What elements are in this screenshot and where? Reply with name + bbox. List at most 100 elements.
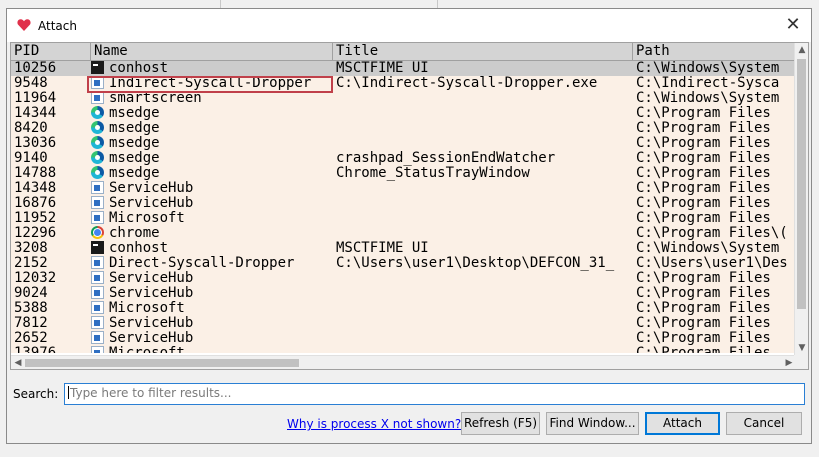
horizontal-scroll-thumb[interactable]	[25, 359, 299, 367]
app-icon	[91, 301, 104, 314]
name-cell: msedge	[91, 121, 331, 136]
pid-cell: 11964	[14, 91, 57, 106]
process-name: ServiceHub	[109, 181, 194, 196]
app-icon	[91, 211, 104, 224]
table-row[interactable]: 2652 ServiceHub C:\Program Files	[11, 331, 796, 346]
path-cell: C:\Program Files	[636, 196, 771, 211]
title-bar: Attach ✕	[7, 9, 811, 42]
title-cell	[336, 316, 631, 331]
column-header-path[interactable]: Path	[633, 43, 796, 60]
path-cell: C:\Windows\System	[636, 241, 780, 256]
scroll-left-icon[interactable]: ◀	[11, 356, 25, 369]
process-name: msedge	[109, 151, 160, 166]
refresh-button[interactable]: Refresh (F5)	[461, 412, 540, 435]
app-icon	[91, 181, 104, 194]
process-name: msedge	[109, 166, 160, 181]
pid-cell: 10256	[14, 61, 57, 76]
table-row[interactable]: 3208 conhost MSCTFIME UI C:\Windows\System	[11, 241, 796, 256]
name-cell: ServiceHub	[91, 196, 331, 211]
vertical-scroll-thumb[interactable]	[797, 59, 806, 309]
table-row[interactable]: 16876 ServiceHub C:\Program Files	[11, 196, 796, 211]
scroll-up-icon[interactable]: ▲	[795, 43, 808, 57]
table-row[interactable]: 9140 msedge crashpad_SessionEndWatcher C:\P…	[11, 151, 796, 166]
process-name: ServiceHub	[109, 331, 194, 346]
table-row[interactable]: 10256 conhost MSCTFIME UI C:\Windows\System	[11, 61, 796, 76]
attach-button[interactable]: Attach	[645, 412, 720, 435]
pid-cell: 14348	[14, 181, 57, 196]
find-window-button[interactable]: Find Window...	[546, 412, 639, 435]
table-row[interactable]: 12032 ServiceHub C:\Program Files	[11, 271, 796, 286]
table-row[interactable]: 13976 Microsoft C:\Program Files	[11, 346, 796, 353]
title-cell	[336, 226, 631, 241]
name-cell: conhost	[91, 61, 331, 76]
pid-cell: 3208	[14, 241, 48, 256]
path-cell: C:\Program Files	[636, 181, 771, 196]
pid-cell: 7812	[14, 316, 48, 331]
console-icon	[91, 241, 104, 254]
column-header-name[interactable]: Name	[91, 43, 333, 60]
table-row[interactable]: 14788 msedge Chrome_StatusTrayWindow C:\Pro…	[11, 166, 796, 181]
edge-icon	[91, 166, 104, 179]
search-input[interactable]: Type here to filter results...	[64, 383, 805, 405]
title-cell	[336, 271, 631, 286]
title-cell	[336, 196, 631, 211]
table-row[interactable]: 11952 Microsoft C:\Program Files	[11, 211, 796, 226]
path-cell: C:\Indirect-Sysca	[636, 76, 780, 91]
table-row[interactable]: 11964 smartscreen C:\Windows\System	[11, 91, 796, 106]
why-process-not-shown-link[interactable]: Why is process X not shown?	[287, 417, 461, 431]
edge-icon	[91, 121, 104, 134]
process-name: Indirect-Syscall-Dropper	[109, 76, 312, 91]
process-list[interactable]: PID Name Title Path 10256 conhost MSCTFIME…	[10, 42, 809, 370]
process-name: Microsoft	[109, 211, 185, 226]
process-name: conhost	[109, 241, 169, 256]
process-name: msedge	[109, 136, 160, 151]
table-row[interactable]: 12296 chrome C:\Program Files\(	[11, 226, 796, 241]
table-row[interactable]: 8420 msedge C:\Program Files	[11, 121, 796, 136]
column-header-pid[interactable]: PID	[11, 43, 91, 60]
attach-dialog: Attach ✕ PID Name Title Path 10256 conhos…	[6, 8, 812, 444]
table-row[interactable]: 9024 ServiceHub C:\Program Files	[11, 286, 796, 301]
path-cell: C:\Windows\System	[636, 91, 780, 106]
app-icon	[91, 271, 104, 284]
title-cell: MSCTFIME UI	[336, 241, 429, 256]
column-header: PID Name Title Path	[11, 43, 796, 61]
process-name: msedge	[109, 121, 160, 136]
horizontal-scrollbar[interactable]: ◀ ▶	[11, 355, 796, 369]
path-cell: C:\Program Files	[636, 346, 796, 353]
app-icon	[91, 331, 104, 344]
path-cell: C:\Program Files	[636, 271, 771, 286]
name-cell: ServiceHub	[91, 331, 331, 346]
pid-cell: 12032	[14, 271, 57, 286]
name-cell: conhost	[91, 241, 331, 256]
table-row[interactable]: 13036 msedge C:\Program Files	[11, 136, 796, 151]
cancel-button[interactable]: Cancel	[726, 412, 802, 435]
vertical-scrollbar[interactable]: ▲ ▼	[794, 43, 808, 355]
title-cell: C:\Users\user1\Desktop\DEFCON_31_	[336, 256, 615, 271]
table-row[interactable]: 2152 Direct-Syscall-Dropper C:\Users\user1…	[11, 256, 796, 271]
title-cell	[336, 91, 631, 106]
table-row[interactable]: 14348 ServiceHub C:\Program Files	[11, 181, 796, 196]
app-icon	[91, 346, 104, 353]
path-cell: C:\Program Files	[636, 301, 771, 316]
name-cell: smartscreen	[91, 91, 331, 106]
path-cell: C:\Program Files	[636, 136, 771, 151]
window-title: Attach	[38, 19, 77, 33]
scroll-down-icon[interactable]: ▼	[795, 341, 808, 355]
close-button[interactable]: ✕	[775, 9, 811, 42]
process-name: conhost	[109, 61, 169, 76]
table-row[interactable]: 9548 Indirect-Syscall-Dropper C:\Indirect-…	[11, 76, 796, 91]
app-icon	[91, 196, 104, 209]
table-row[interactable]: 7812 ServiceHub C:\Program Files	[11, 316, 796, 331]
table-row[interactable]: 5388 Microsoft C:\Program Files	[11, 301, 796, 316]
title-cell: Chrome_StatusTrayWindow	[336, 166, 530, 181]
scrollbar-corner	[794, 355, 808, 369]
name-cell: Direct-Syscall-Dropper	[91, 256, 331, 271]
pid-cell: 16876	[14, 196, 57, 211]
process-name: ServiceHub	[109, 271, 194, 286]
name-cell: Microsoft	[91, 211, 331, 226]
pid-cell: 13976	[14, 346, 88, 353]
table-row[interactable]: 14344 msedge C:\Program Files	[11, 106, 796, 121]
pid-cell: 9140	[14, 151, 48, 166]
title-cell	[336, 286, 631, 301]
column-header-title[interactable]: Title	[333, 43, 633, 60]
